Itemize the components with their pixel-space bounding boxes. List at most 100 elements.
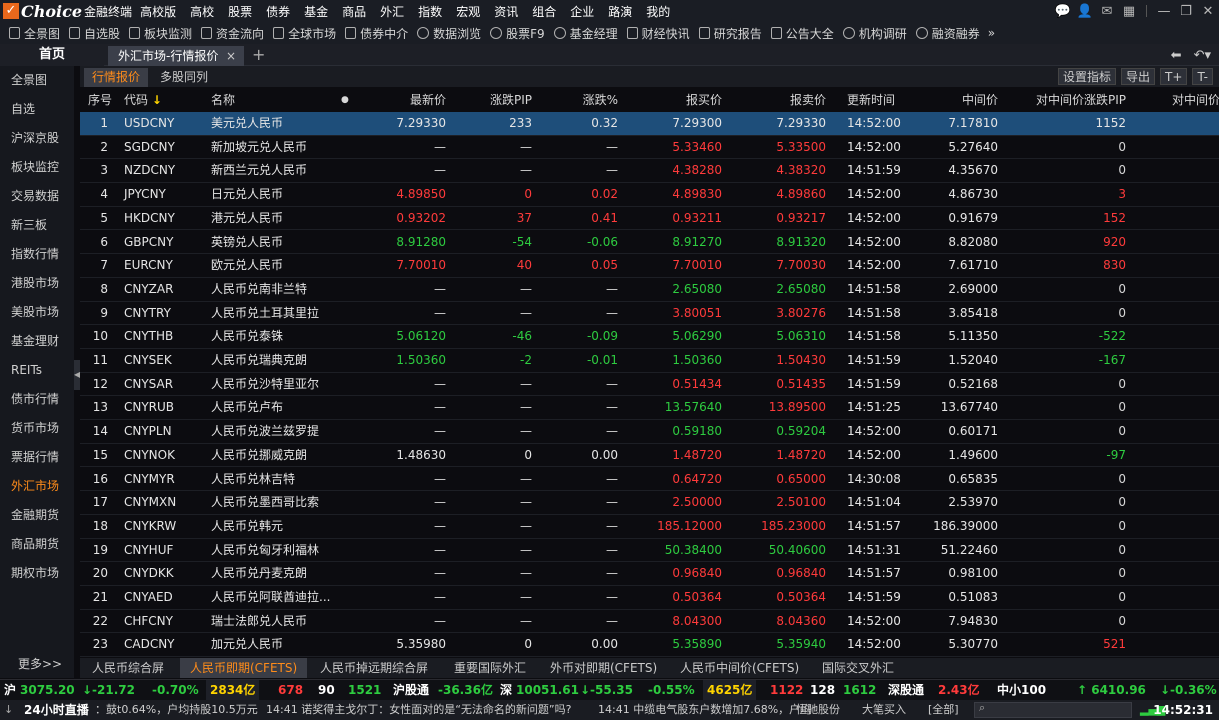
sidebar-item-16[interactable]: 商品期货 — [0, 530, 74, 559]
font-increase-button[interactable]: T+ — [1160, 68, 1188, 85]
minimize-icon[interactable]: — — [1153, 4, 1175, 19]
new-tab-button[interactable]: + — [252, 44, 265, 66]
toolbar-item-3[interactable]: 资金流向 — [201, 25, 264, 42]
toolbar-item-5[interactable]: 债券中介 — [345, 25, 408, 42]
sidebar-item-3[interactable]: 板块监控 — [0, 153, 74, 182]
table-row[interactable]: 2 SGDCNY 新加坡元兑人民币 — — — 5.33460 5.33500 14:52:00… — [80, 136, 1219, 160]
table-row[interactable]: 7 EURCNY 欧元兑人民币 7.70010 40 0.05 7.70010 7.70030… — [80, 254, 1219, 278]
edition-label[interactable]: 高校版 — [140, 3, 176, 20]
toolbar-more-icon[interactable]: » — [988, 26, 995, 40]
menu-item-5[interactable]: 外汇 — [380, 3, 404, 20]
sidebar-item-6[interactable]: 指数行情 — [0, 240, 74, 269]
table-row[interactable]: 19 CNYHUF 人民币兑匈牙利福林 — — — 50.38400 50.40600 14:5… — [80, 539, 1219, 563]
col-time[interactable]: 更新时间 — [847, 89, 895, 112]
bottom-tab-3[interactable]: 重要国际外汇 — [454, 658, 526, 678]
table-row[interactable]: 16 CNYMYR 人民币兑林吉特 — — — 0.64720 0.65000 14:30:08… — [80, 468, 1219, 492]
bottom-tab-5[interactable]: 人民币中间价(CFETS) — [680, 658, 799, 678]
table-row[interactable]: 6 GBPCNY 英镑兑人民币 8.91280 -54 -0.06 8.91270 8.913… — [80, 231, 1219, 255]
table-row[interactable]: 21 CNYAED 人民币兑阿联酋迪拉... — — — 0.50364 0.50364 14:… — [80, 586, 1219, 610]
news-all-link[interactable]: [全部] — [928, 700, 959, 720]
close-window-icon[interactable]: ✕ — [1197, 4, 1219, 19]
news-ticker-stock[interactable]: 恒驰股份 — [796, 700, 840, 720]
col-pct[interactable]: 涨跌% — [560, 89, 618, 112]
set-indicators-button[interactable]: 设置指标 — [1058, 68, 1117, 85]
menu-item-3[interactable]: 基金 — [304, 3, 328, 20]
sidebar-item-8[interactable]: 美股市场 — [0, 298, 74, 327]
toolbar-item-12[interactable]: 机构调研 — [842, 25, 907, 42]
bottom-tab-4[interactable]: 外币对即期(CFETS) — [550, 658, 657, 678]
col-dot-icon[interactable]: ● — [341, 89, 349, 112]
ticker-down-icon[interactable]: ↓ — [4, 700, 13, 720]
sh-index[interactable]: 3075.20 — [20, 680, 75, 701]
menu-item-0[interactable]: 高校 — [190, 3, 214, 20]
col-mid-pip[interactable]: 对中间价涨跌PIP — [1020, 89, 1126, 112]
toolbar-item-2[interactable]: 板块监测 — [129, 25, 192, 42]
bottom-tab-1[interactable]: 人民币即期(CFETS) — [180, 658, 308, 678]
table-row[interactable]: 9 CNYTRY 人民币兑土耳其里拉 — — — 3.80051 3.80276 14:51:5… — [80, 302, 1219, 326]
table-row[interactable]: 8 CNYZAR 人民币兑南非兰特 — — — 2.65080 2.65080 14:51:58… — [80, 278, 1219, 302]
zxb-index[interactable]: ↑ 6410.96 — [1077, 680, 1146, 701]
bottom-tab-2[interactable]: 人民币掉远期综合屏 — [320, 658, 428, 678]
menu-item-7[interactable]: 宏观 — [456, 3, 480, 20]
sidebar-more-link[interactable]: 更多>> — [18, 655, 62, 672]
sidebar-item-10[interactable]: REITs — [0, 356, 74, 385]
user-icon[interactable]: 👤 — [1074, 4, 1096, 19]
sz-index[interactable]: 10051.61 — [516, 680, 579, 701]
tab-quotes[interactable]: 行情报价 — [84, 68, 149, 87]
col-mid-more[interactable]: 对中间价 — [1172, 89, 1219, 112]
tab-multi-stock[interactable]: 多股同列 — [152, 68, 216, 87]
font-decrease-button[interactable]: T- — [1192, 68, 1213, 85]
table-row[interactable]: 10 CNYTHB 人民币兑泰铢 5.06120 -46 -0.09 5.06290 5.06… — [80, 325, 1219, 349]
sidebar-item-14[interactable]: 外汇市场 — [0, 472, 74, 501]
table-row[interactable]: 20 CNYDKK 人民币兑丹麦克朗 — — — 0.96840 0.96840 14:51:5… — [80, 562, 1219, 586]
back-icon[interactable]: ⬅ — [1171, 48, 1182, 63]
col-pip[interactable]: 涨跌PIP — [470, 89, 532, 112]
restore-icon[interactable]: ❐ — [1175, 4, 1197, 19]
toolbar-item-7[interactable]: 股票F9 — [490, 25, 545, 42]
table-row[interactable]: 15 CNYNOK 人民币兑挪威克朗 1.48630 0 0.00 1.48720 1.487… — [80, 444, 1219, 468]
menu-item-6[interactable]: 指数 — [418, 3, 442, 20]
menu-item-2[interactable]: 债券 — [266, 3, 290, 20]
col-ask[interactable]: 报卖价 — [754, 89, 826, 112]
menu-item-1[interactable]: 股票 — [228, 3, 252, 20]
news-ticker-1[interactable]: ：鼓t0.64%，户均持股10.5万元 — [95, 700, 258, 720]
sidebar-item-11[interactable]: 债市行情 — [0, 385, 74, 414]
menu-item-9[interactable]: 组合 — [532, 3, 556, 20]
sidebar-item-12[interactable]: 货币市场 — [0, 414, 74, 443]
grid-icon[interactable]: ▦ — [1118, 4, 1140, 19]
table-row[interactable]: 12 CNYSAR 人民币兑沙特里亚尔 — — — 0.51434 0.51435 14:51:… — [80, 373, 1219, 397]
toolbar-item-11[interactable]: 公告大全 — [770, 25, 834, 42]
sidebar-item-13[interactable]: 票据行情 — [0, 443, 74, 472]
menu-item-8[interactable]: 资讯 — [494, 3, 518, 20]
news-ticker-2[interactable]: 14:41 诺奖得主戈尔丁：女性面对的是“无法命名的新问题”吗? — [266, 700, 571, 720]
sidebar-item-9[interactable]: 基金理财 — [0, 327, 74, 356]
live-label[interactable]: 24小时直播 — [24, 700, 89, 720]
toolbar-item-1[interactable]: 自选股 — [69, 25, 120, 42]
tab-home[interactable]: 首页 — [0, 44, 104, 66]
sidebar-item-7[interactable]: 港股市场 — [0, 269, 74, 298]
export-button[interactable]: 导出 — [1121, 68, 1156, 85]
sidebar-item-5[interactable]: 新三板 — [0, 211, 74, 240]
toolbar-item-10[interactable]: 研究报告 — [698, 25, 762, 42]
table-row[interactable]: 17 CNYMXN 人民币兑墨西哥比索 — — — 2.50000 2.50100 14:51:… — [80, 491, 1219, 515]
news-ticker-3[interactable]: 14:41 中缆电气股东户数增加7.68%，户均 — [598, 700, 811, 720]
toolbar-item-8[interactable]: 基金经理 — [553, 25, 618, 42]
col-bid[interactable]: 报买价 — [650, 89, 722, 112]
table-row[interactable]: 3 NZDCNY 新西兰元兑人民币 — — — 4.38280 4.38320 14:51:59… — [80, 159, 1219, 184]
toolbar-item-13[interactable]: 融资融券 — [915, 25, 980, 42]
table-row[interactable]: 23 CADCNY 加元兑人民币 5.35980 0 0.00 5.35890 5.35940… — [80, 633, 1219, 658]
toolbar-item-6[interactable]: 数据浏览 — [417, 25, 481, 42]
sidebar-item-17[interactable]: 期权市场 — [0, 559, 74, 588]
table-row[interactable]: 18 CNYKRW 人民币兑韩元 — — — 185.12000 185.23000 14:51… — [80, 515, 1219, 539]
menu-item-4[interactable]: 商品 — [342, 3, 366, 20]
search-input[interactable]: ⌕ — [974, 701, 1132, 718]
toolbar-item-4[interactable]: 全球市场 — [273, 25, 336, 42]
sidebar-item-2[interactable]: 沪深京股 — [0, 124, 74, 153]
table-row[interactable]: 1 USDCNY 美元兑人民币 7.29330 233 0.32 7.29300 7.2933… — [80, 112, 1219, 136]
sidebar-item-4[interactable]: 交易数据 — [0, 182, 74, 211]
table-row[interactable]: 11 CNYSEK 人民币兑瑞典克朗 1.50360 -2 -0.01 1.50360 1.5… — [80, 349, 1219, 373]
table-row[interactable]: 13 CNYRUB 人民币兑卢布 — — — 13.57640 13.89500 14:51:2… — [80, 396, 1219, 421]
sidebar-item-15[interactable]: 金融期货 — [0, 501, 74, 530]
menu-item-10[interactable]: 企业 — [570, 3, 594, 20]
table-row[interactable]: 4 JPYCNY 日元兑人民币 4.89850 0 0.02 4.89830 4.89860 1… — [80, 183, 1219, 207]
